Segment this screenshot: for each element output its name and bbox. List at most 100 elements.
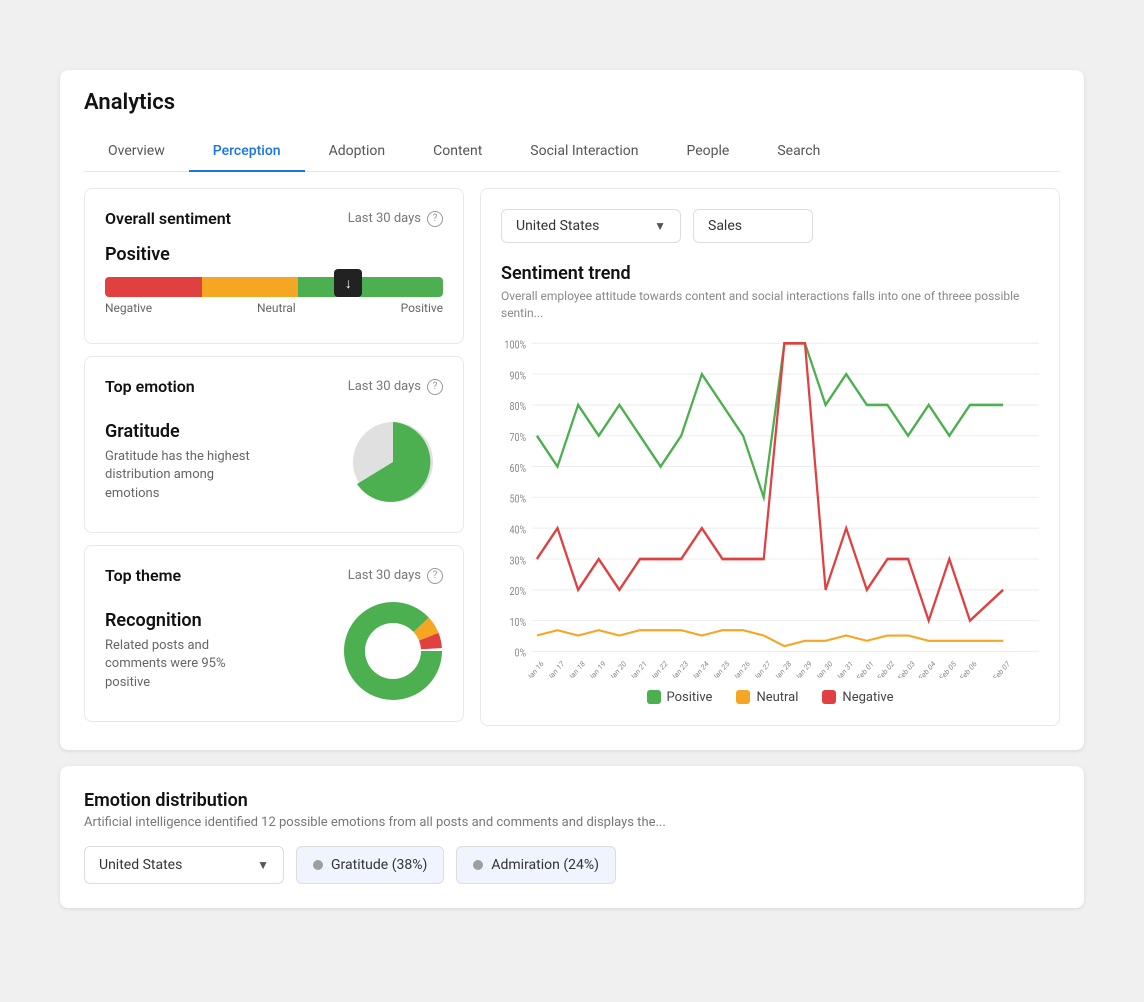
sales-filter-value: Sales (708, 218, 742, 234)
filter-row: United States ▼ Sales (501, 209, 1039, 243)
top-theme-info-icon[interactable]: ? (427, 568, 443, 584)
top-emotion-name: Gratitude (105, 421, 265, 442)
bar-positive (298, 277, 443, 297)
sales-filter[interactable]: Sales (693, 209, 813, 243)
svg-text:Jan 16: Jan 16 (525, 658, 545, 677)
overall-sentiment-meta: Last 30 days ? (348, 211, 443, 227)
svg-text:Jan 19: Jan 19 (587, 658, 607, 677)
top-emotion-panel: Top emotion Last 30 days ? Gratitude Gra… (84, 356, 464, 533)
country-filter-value: United States (516, 218, 599, 234)
svg-text:70%: 70% (509, 432, 526, 444)
emotion-distribution-subtitle: Artificial intelligence identified 12 po… (84, 815, 1060, 830)
legend-negative-label: Negative (842, 690, 893, 705)
svg-text:80%: 80% (509, 401, 526, 413)
legend-neutral: Neutral (736, 690, 798, 705)
gratitude-dot (313, 860, 323, 870)
country-filter[interactable]: United States ▼ (501, 209, 681, 243)
legend-positive-label: Positive (667, 690, 713, 705)
overall-sentiment-panel: Overall sentiment Last 30 days ? Positiv… (84, 188, 464, 344)
svg-text:Jan 23: Jan 23 (670, 658, 690, 677)
emotion-distribution-title: Emotion distribution (84, 790, 1060, 811)
bar-neutral (202, 277, 299, 297)
sentiment-bar-container: ↓ Negative Neutral Positive (105, 277, 443, 315)
chevron-down-icon: ▼ (654, 219, 666, 233)
svg-text:Jan 27: Jan 27 (752, 658, 772, 677)
top-theme-description: Related posts and comments were 95% posi… (105, 637, 265, 692)
tab-adoption[interactable]: Adoption (305, 131, 410, 171)
tab-people[interactable]: People (662, 131, 753, 171)
svg-text:Feb 01: Feb 01 (855, 658, 875, 677)
svg-text:Feb 04: Feb 04 (917, 658, 937, 677)
overall-sentiment-period: Last 30 days (348, 211, 421, 226)
label-neutral: Neutral (257, 301, 296, 315)
top-emotion-period: Last 30 days (348, 379, 421, 394)
chevron-down-icon-2: ▼ (257, 858, 269, 872)
negative-dot (822, 690, 836, 704)
bar-indicator: ↓ (334, 269, 362, 297)
legend-negative: Negative (822, 690, 893, 705)
top-theme-panel: Top theme Last 30 days ? Recognition Rel… (84, 545, 464, 722)
top-emotion-info-icon[interactable]: ? (427, 379, 443, 395)
legend-neutral-label: Neutral (756, 690, 798, 705)
top-theme-chart (343, 601, 443, 701)
chart-title: Sentiment trend (501, 263, 1039, 284)
overall-sentiment-info-icon[interactable]: ? (427, 211, 443, 227)
svg-text:0%: 0% (514, 648, 526, 660)
svg-text:Jan 21: Jan 21 (628, 658, 648, 677)
svg-text:100%: 100% (504, 340, 526, 352)
top-theme-title: Top theme (105, 566, 181, 585)
svg-text:Jan 26: Jan 26 (731, 658, 751, 677)
svg-text:Jan 18: Jan 18 (566, 658, 586, 677)
gratitude-badge: Gratitude (38%) (296, 846, 444, 884)
tab-social-interaction[interactable]: Social Interaction (506, 131, 662, 171)
emotion-distribution-header: Emotion distribution Artificial intellig… (84, 790, 1060, 830)
chart-subtitle: Overall employee attitude towards conten… (501, 288, 1039, 322)
emotion-country-filter[interactable]: United States ▼ (84, 846, 284, 884)
tab-content[interactable]: Content (409, 131, 506, 171)
svg-text:Jan 22: Jan 22 (649, 658, 669, 677)
svg-text:30%: 30% (509, 555, 526, 567)
svg-text:90%: 90% (509, 370, 526, 382)
top-emotion-chart (343, 412, 443, 512)
svg-text:Jan 17: Jan 17 (546, 658, 566, 677)
svg-text:Jan 28: Jan 28 (773, 658, 793, 677)
svg-text:Jan 25: Jan 25 (711, 658, 731, 677)
label-positive: Positive (401, 301, 443, 315)
chart-header: Sentiment trend Overall employee attitud… (501, 263, 1039, 322)
top-emotion-title: Top emotion (105, 377, 195, 396)
top-theme-meta: Last 30 days ? (348, 568, 443, 584)
svg-text:60%: 60% (509, 463, 526, 475)
top-theme-period: Last 30 days (348, 568, 421, 583)
svg-text:Feb 07: Feb 07 (991, 658, 1011, 677)
top-theme-name: Recognition (105, 610, 265, 631)
chart-legend: Positive Neutral Negative (501, 690, 1039, 705)
svg-text:50%: 50% (509, 494, 526, 506)
top-emotion-content: Gratitude Gratitude has the highest dist… (105, 412, 443, 512)
left-panels: Overall sentiment Last 30 days ? Positiv… (84, 188, 464, 726)
page-title: Analytics (84, 90, 1060, 115)
tab-perception[interactable]: Perception (189, 131, 305, 171)
tab-bar: Overview Perception Adoption Content Soc… (84, 131, 1060, 172)
svg-text:Jan 29: Jan 29 (793, 658, 813, 677)
top-theme-content: Recognition Related posts and comments w… (105, 601, 443, 701)
svg-text:Jan 31: Jan 31 (835, 658, 855, 677)
svg-text:20%: 20% (509, 586, 526, 598)
svg-text:Feb 02: Feb 02 (876, 658, 896, 677)
emotion-distribution-content: United States ▼ Gratitude (38%) Admirati… (84, 846, 1060, 884)
svg-text:10%: 10% (509, 617, 526, 629)
gratitude-label: Gratitude (38%) (331, 857, 427, 873)
arrow-down-icon: ↓ (334, 269, 362, 297)
tab-search[interactable]: Search (753, 131, 844, 171)
emotion-distribution-section: Emotion distribution Artificial intellig… (60, 766, 1084, 908)
sentiment-trend-panel: United States ▼ Sales Sentiment trend Ov… (480, 188, 1060, 726)
neutral-dot (736, 690, 750, 704)
tab-overview[interactable]: Overview (84, 131, 189, 171)
bar-negative (105, 277, 202, 297)
svg-text:Jan 24: Jan 24 (690, 658, 710, 677)
legend-positive: Positive (647, 690, 713, 705)
top-emotion-info: Gratitude Gratitude has the highest dist… (105, 421, 265, 503)
svg-text:Feb 06: Feb 06 (958, 658, 978, 677)
top-emotion-meta: Last 30 days ? (348, 379, 443, 395)
top-theme-info: Recognition Related posts and comments w… (105, 610, 265, 692)
admiration-badge: Admiration (24%) (456, 846, 616, 884)
